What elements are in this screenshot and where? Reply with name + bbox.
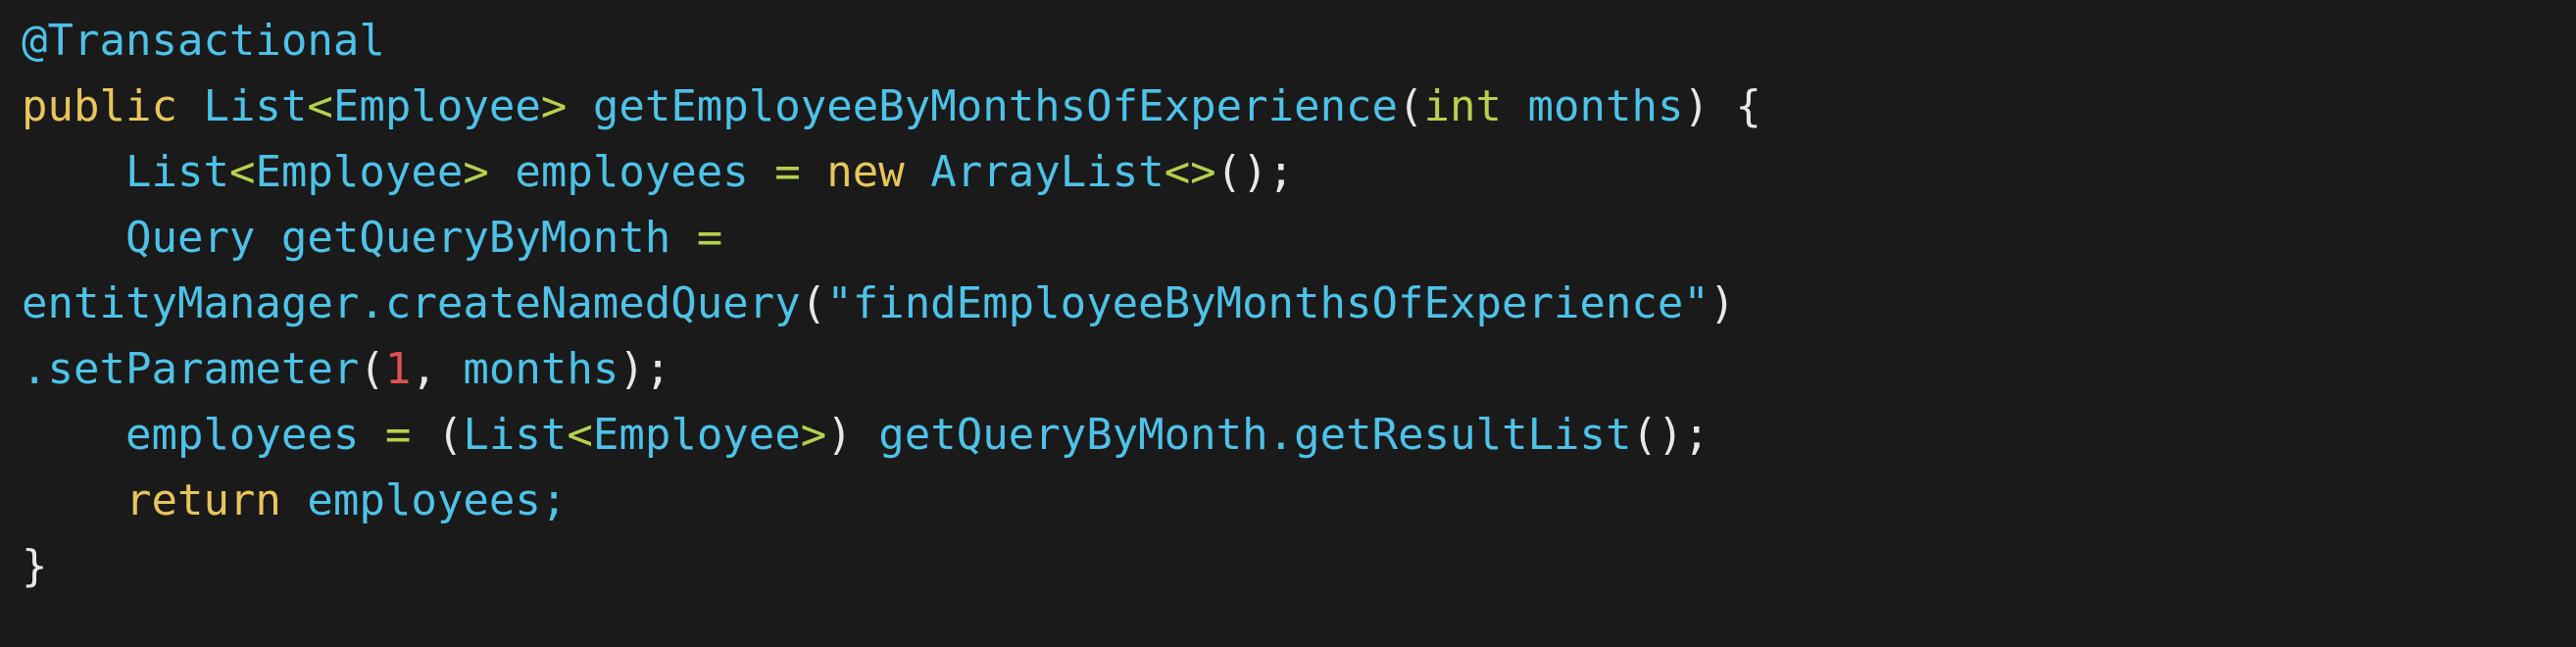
code-line: @Transactional — [22, 8, 2576, 74]
code-token: createNamedQuery — [384, 278, 801, 328]
code-token: > — [540, 81, 568, 131]
code-token: ( — [436, 410, 464, 460]
code-token: } — [22, 541, 48, 591]
code-token: ( — [359, 344, 385, 394]
code-line: .setParameter(1, months); — [22, 336, 2576, 402]
code-token: List — [203, 81, 308, 131]
code-line: return employees; — [22, 468, 2576, 533]
code-line: entityManager.createNamedQuery("findEmpl… — [22, 271, 2576, 336]
code-token: < — [228, 147, 256, 197]
code-token: ) — [1683, 81, 1709, 131]
code-token: ); — [619, 344, 671, 394]
code-token: employees — [307, 475, 541, 525]
code-token: return — [124, 475, 281, 525]
code-token: new — [826, 147, 905, 197]
code-token: ( — [800, 278, 827, 328]
code-snippet-java[interactable]: @Transactional public List<Employee> getE… — [0, 0, 2576, 647]
code-token: (); — [1631, 410, 1709, 460]
code-token: List — [463, 410, 568, 460]
code-token: ) — [826, 410, 853, 460]
code-token: > — [800, 410, 827, 460]
code-token: . — [22, 344, 48, 394]
code-token: > — [463, 147, 489, 197]
code-line: employees = (List<Employee>) getQueryByM… — [22, 402, 2576, 468]
code-token: { — [1735, 81, 1761, 131]
code-token: getResultList — [1294, 410, 1632, 460]
code-token: Employee — [332, 81, 541, 131]
code-token: = — [696, 213, 723, 263]
code-token: List — [124, 147, 229, 197]
code-token: . — [1267, 410, 1295, 460]
code-token: employees — [124, 410, 360, 460]
code-token: = — [384, 410, 412, 460]
code-token: <> — [1164, 147, 1216, 197]
code-token: getQueryByMonth — [878, 410, 1268, 460]
code-token: entityManager — [22, 278, 360, 328]
code-token: "findEmployeeByMonthsOfExperience" — [826, 278, 1709, 328]
code-line: Query getQueryByMonth = — [22, 205, 2576, 271]
code-token: int — [1423, 81, 1503, 131]
code-token: @Transactional — [22, 16, 385, 66]
code-token: employees — [515, 147, 749, 197]
code-token: months — [1527, 81, 1684, 131]
code-token: months — [463, 344, 619, 394]
code-line: public List<Employee> getEmployeeByMonth… — [22, 74, 2576, 139]
code-token: = — [774, 147, 801, 197]
code-token: Employee — [255, 147, 464, 197]
code-token: < — [567, 410, 593, 460]
code-token: ; — [540, 475, 568, 525]
code-token: public — [22, 81, 177, 131]
code-token: Employee — [592, 410, 801, 460]
code-token: getQueryByMonth — [280, 213, 671, 263]
code-token: ) — [1709, 278, 1736, 328]
code-token: getEmployeeByMonthsOfExperience — [592, 81, 1399, 131]
code-token: Query — [124, 213, 256, 263]
code-token: < — [307, 81, 333, 131]
code-token: ( — [1398, 81, 1424, 131]
code-token: ArrayList — [930, 147, 1164, 197]
code-token: setParameter — [47, 344, 360, 394]
code-token: (); — [1215, 147, 1295, 197]
code-token: . — [359, 278, 385, 328]
code-line: List<Employee> employees = new ArrayList… — [22, 139, 2576, 205]
code-token: 1 — [384, 344, 412, 394]
code-line: } — [22, 533, 2576, 599]
code-token: , — [411, 344, 464, 394]
